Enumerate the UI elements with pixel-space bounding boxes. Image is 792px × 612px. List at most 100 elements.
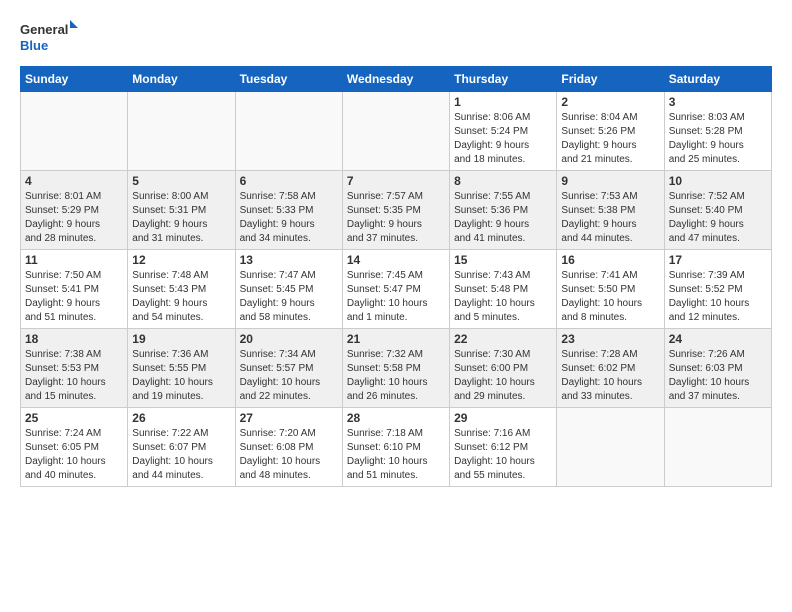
day-number: 7 [347,174,445,188]
day-cell: 1Sunrise: 8:06 AMSunset: 5:24 PMDaylight… [450,92,557,171]
day-cell: 13 Sunrise: 7:47 AMSunset: 5:45 PMDayligh… [235,250,342,329]
week-row-1: 1Sunrise: 8:06 AMSunset: 5:24 PMDaylight… [21,92,772,171]
day-info: Sunrise: 8:03 AMSunset: 5:28 PMDaylight:… [669,111,767,167]
day-cell: 20 Sunrise: 7:34 AMSunset: 5:57 PMDayligh… [235,329,342,408]
day-number: 25 [25,411,123,425]
day-info: Sunrise: 7:16 AMSunset: 6:12 PMDaylight:… [454,427,552,483]
day-info: Sunrise: 7:34 AMSunset: 5:57 PMDaylight:… [240,348,338,404]
week-row-5: 25Sunrise: 7:24 AMSunset: 6:05 PMDayligh… [21,408,772,487]
day-number: 17 [669,253,767,267]
day-info: Sunrise: 7:47 AMSunset: 5:45 PMDaylight:… [240,269,338,325]
day-cell [21,92,128,171]
col-header-monday: Monday [128,67,235,92]
day-number: 13 [240,253,338,267]
day-cell: 8 Sunrise: 7:55 AMSunset: 5:36 PMDaylight… [450,171,557,250]
day-number: 16 [561,253,659,267]
day-number: 21 [347,332,445,346]
header-row: SundayMondayTuesdayWednesdayThursdayFrid… [21,67,772,92]
day-info: Sunrise: 7:50 AMSunset: 5:41 PMDaylight:… [25,269,123,325]
day-cell: 27 Sunrise: 7:20 AMSunset: 6:08 PMDayligh… [235,408,342,487]
day-cell: 18Sunrise: 7:38 AMSunset: 5:53 PMDayligh… [21,329,128,408]
day-cell: 5 Sunrise: 8:00 AMSunset: 5:31 PMDaylight… [128,171,235,250]
col-header-saturday: Saturday [664,67,771,92]
day-info: Sunrise: 7:22 AMSunset: 6:07 PMDaylight:… [132,427,230,483]
day-number: 10 [669,174,767,188]
day-cell: 2 Sunrise: 8:04 AMSunset: 5:26 PMDaylight… [557,92,664,171]
col-header-tuesday: Tuesday [235,67,342,92]
day-number: 3 [669,95,767,109]
day-cell: 15 Sunrise: 7:43 AMSunset: 5:48 PMDayligh… [450,250,557,329]
logo-svg: General Blue [20,18,80,56]
day-cell: 17 Sunrise: 7:39 AMSunset: 5:52 PMDayligh… [664,250,771,329]
day-info: Sunrise: 7:26 AMSunset: 6:03 PMDaylight:… [669,348,767,404]
day-cell: 16 Sunrise: 7:41 AMSunset: 5:50 PMDayligh… [557,250,664,329]
day-number: 4 [25,174,123,188]
day-info: Sunrise: 7:28 AMSunset: 6:02 PMDaylight:… [561,348,659,404]
day-cell: 25Sunrise: 7:24 AMSunset: 6:05 PMDayligh… [21,408,128,487]
day-info: Sunrise: 7:55 AMSunset: 5:36 PMDaylight:… [454,190,552,246]
day-cell: 22 Sunrise: 7:30 AMSunset: 6:00 PMDayligh… [450,329,557,408]
day-cell: 11 Sunrise: 7:50 AMSunset: 5:41 PMDayligh… [21,250,128,329]
day-number: 8 [454,174,552,188]
header: General Blue [20,18,772,56]
svg-text:General: General [20,22,68,37]
day-number: 5 [132,174,230,188]
day-number: 2 [561,95,659,109]
day-info: Sunrise: 7:45 AMSunset: 5:47 PMDaylight:… [347,269,445,325]
col-header-wednesday: Wednesday [342,67,449,92]
day-cell: 6Sunrise: 7:58 AMSunset: 5:33 PMDaylight… [235,171,342,250]
day-info: Sunrise: 7:41 AMSunset: 5:50 PMDaylight:… [561,269,659,325]
day-cell: 9 Sunrise: 7:53 AMSunset: 5:38 PMDaylight… [557,171,664,250]
day-info: Sunrise: 7:57 AMSunset: 5:35 PMDaylight:… [347,190,445,246]
day-cell [128,92,235,171]
day-number: 19 [132,332,230,346]
day-info: Sunrise: 7:39 AMSunset: 5:52 PMDaylight:… [669,269,767,325]
day-number: 26 [132,411,230,425]
day-cell: 29 Sunrise: 7:16 AMSunset: 6:12 PMDayligh… [450,408,557,487]
day-number: 20 [240,332,338,346]
day-info: Sunrise: 8:04 AMSunset: 5:26 PMDaylight:… [561,111,659,167]
logo: General Blue [20,18,80,56]
day-info: Sunrise: 8:06 AMSunset: 5:24 PMDaylight:… [454,111,552,167]
day-info: Sunrise: 7:36 AMSunset: 5:55 PMDaylight:… [132,348,230,404]
day-cell: 21 Sunrise: 7:32 AMSunset: 5:58 PMDayligh… [342,329,449,408]
day-number: 27 [240,411,338,425]
day-info: Sunrise: 7:20 AMSunset: 6:08 PMDaylight:… [240,427,338,483]
day-number: 22 [454,332,552,346]
day-info: Sunrise: 7:32 AMSunset: 5:58 PMDaylight:… [347,348,445,404]
day-info: Sunrise: 7:43 AMSunset: 5:48 PMDaylight:… [454,269,552,325]
day-cell: 24 Sunrise: 7:26 AMSunset: 6:03 PMDayligh… [664,329,771,408]
day-info: Sunrise: 7:58 AMSunset: 5:33 PMDaylight:… [240,190,338,246]
day-cell [664,408,771,487]
week-row-3: 11 Sunrise: 7:50 AMSunset: 5:41 PMDayligh… [21,250,772,329]
week-row-2: 4 Sunrise: 8:01 AMSunset: 5:29 PMDaylight… [21,171,772,250]
day-cell: 23Sunrise: 7:28 AMSunset: 6:02 PMDayligh… [557,329,664,408]
day-number: 29 [454,411,552,425]
day-number: 24 [669,332,767,346]
day-cell: 7 Sunrise: 7:57 AMSunset: 5:35 PMDaylight… [342,171,449,250]
day-cell: 3 Sunrise: 8:03 AMSunset: 5:28 PMDaylight… [664,92,771,171]
day-cell: 4 Sunrise: 8:01 AMSunset: 5:29 PMDaylight… [21,171,128,250]
calendar: SundayMondayTuesdayWednesdayThursdayFrid… [20,66,772,487]
day-info: Sunrise: 7:52 AMSunset: 5:40 PMDaylight:… [669,190,767,246]
day-cell [342,92,449,171]
day-number: 18 [25,332,123,346]
day-cell: 10 Sunrise: 7:52 AMSunset: 5:40 PMDayligh… [664,171,771,250]
day-number: 11 [25,253,123,267]
day-cell: 12 Sunrise: 7:48 AMSunset: 5:43 PMDayligh… [128,250,235,329]
day-cell: 28Sunrise: 7:18 AMSunset: 6:10 PMDayligh… [342,408,449,487]
day-cell: 26 Sunrise: 7:22 AMSunset: 6:07 PMDayligh… [128,408,235,487]
svg-text:Blue: Blue [20,38,48,53]
day-info: Sunrise: 8:00 AMSunset: 5:31 PMDaylight:… [132,190,230,246]
day-number: 14 [347,253,445,267]
day-info: Sunrise: 7:30 AMSunset: 6:00 PMDaylight:… [454,348,552,404]
day-info: Sunrise: 8:01 AMSunset: 5:29 PMDaylight:… [25,190,123,246]
day-number: 15 [454,253,552,267]
day-cell [557,408,664,487]
day-info: Sunrise: 7:48 AMSunset: 5:43 PMDaylight:… [132,269,230,325]
day-info: Sunrise: 7:18 AMSunset: 6:10 PMDaylight:… [347,427,445,483]
day-number: 12 [132,253,230,267]
col-header-sunday: Sunday [21,67,128,92]
day-info: Sunrise: 7:53 AMSunset: 5:38 PMDaylight:… [561,190,659,246]
day-number: 9 [561,174,659,188]
